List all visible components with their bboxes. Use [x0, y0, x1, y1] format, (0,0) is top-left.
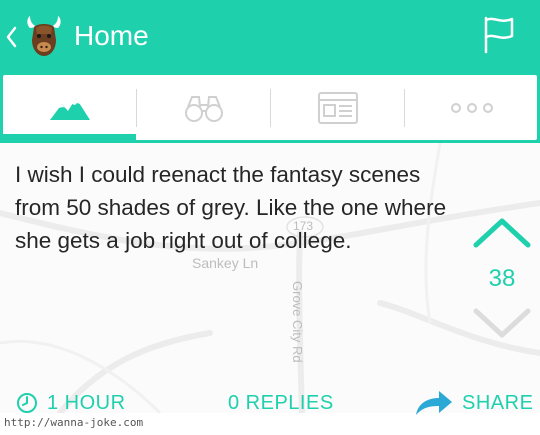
flag-icon[interactable]	[482, 14, 516, 54]
post-text: I wish I could reenact the fantasy scene…	[15, 162, 447, 253]
page-title: Home	[74, 20, 149, 51]
upvote-icon[interactable]	[472, 215, 532, 251]
active-tab-indicator	[3, 134, 136, 140]
share-label: SHARE	[462, 391, 534, 414]
tab-news[interactable]	[271, 75, 404, 140]
tab-more[interactable]	[405, 75, 538, 140]
chevron-left-icon[interactable]	[4, 20, 18, 54]
yak-post: Sankey Ln 173 Grove City Rd I wish I cou…	[0, 143, 540, 413]
tab-bar-inner	[3, 75, 537, 140]
more-dots-icon	[450, 102, 493, 113]
vote-count: 38	[488, 265, 516, 292]
app-header: Home	[0, 0, 540, 75]
tab-bar	[0, 75, 540, 143]
share-button[interactable]: SHARE	[414, 389, 533, 417]
tab-peek[interactable]	[137, 75, 270, 140]
newspaper-icon	[317, 91, 358, 124]
post-time: 1 HOUR	[16, 389, 126, 417]
watermark-url: http://wanna-joke.com	[4, 416, 144, 429]
map-street-label: Sankey Ln	[192, 255, 259, 271]
post-time-label: 1 HOUR	[47, 391, 126, 414]
map-road-label: Grove City Rd	[290, 281, 305, 363]
replies-link[interactable]: 0 REPLIES	[228, 389, 334, 417]
share-arrow-icon	[416, 391, 452, 415]
tab-home[interactable]	[3, 75, 136, 140]
mountains-icon	[49, 97, 90, 120]
binoculars-icon	[184, 95, 223, 122]
yak-mascot-icon	[27, 16, 61, 56]
downvote-icon[interactable]	[472, 305, 532, 341]
replies-label: 0 REPLIES	[228, 391, 334, 414]
clock-icon	[17, 393, 37, 413]
